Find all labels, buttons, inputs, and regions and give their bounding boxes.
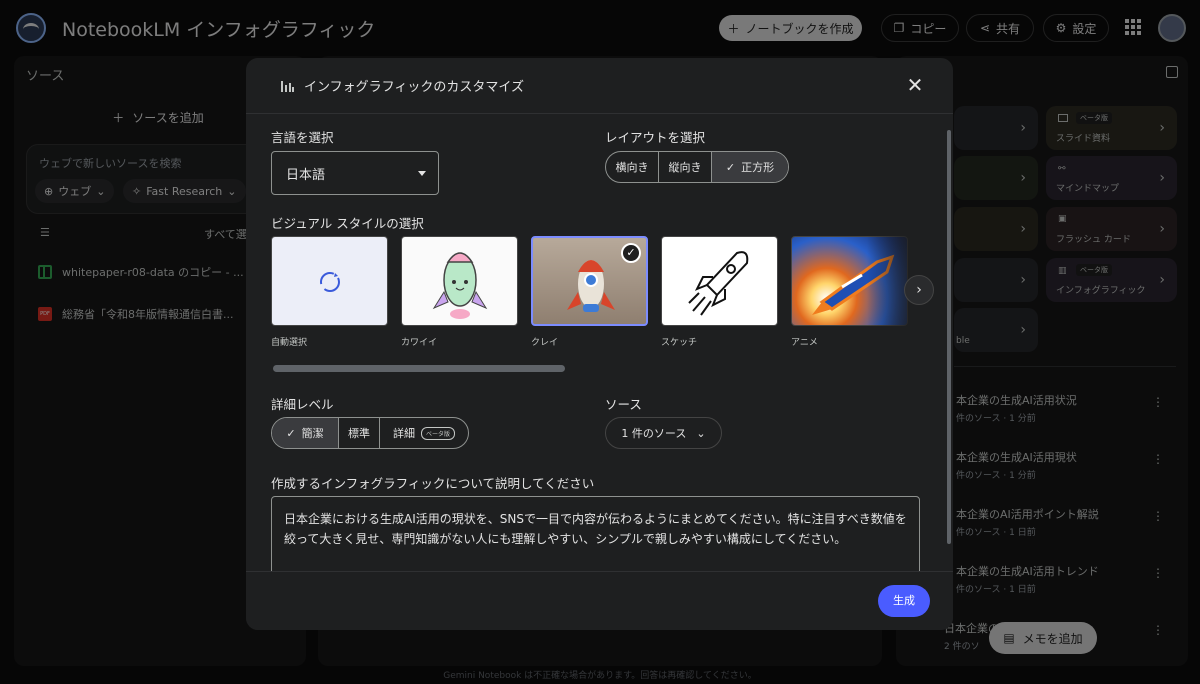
carousel-scrollbar[interactable]: [273, 365, 565, 372]
style-carousel: 自動選択 カワイイ ✓ クレイ スケッチ アニメ: [271, 236, 921, 376]
source-dropdown[interactable]: 1 件のソース ⌄: [605, 417, 722, 449]
style-card-auto[interactable]: [271, 236, 388, 326]
dialog-header: インフォグラフィックのカスタマイズ ✕: [246, 58, 953, 114]
style-card-sketch[interactable]: [661, 236, 778, 326]
detail-detailed[interactable]: 詳細 ベータ版: [380, 418, 468, 448]
style-label: ビジュアル スタイルの選択: [271, 216, 424, 231]
language-select[interactable]: 日本語: [271, 151, 439, 195]
sketch-rocket-image: [688, 251, 749, 316]
carousel-fade: [867, 236, 921, 376]
dialog-title: インフォグラフィックのカスタマイズ: [304, 80, 524, 95]
description-textarea[interactable]: 日本企業における生成AI活用の現状を、SNSで一目で内容が伝わるようにまとめてく…: [271, 496, 920, 576]
clay-rocket-image: [567, 260, 615, 312]
source-label: ソース: [605, 397, 642, 412]
detail-concise[interactable]: ✓ 簡潔: [272, 418, 339, 448]
layout-segmented: 横向き 縦向き ✓ 正方形: [605, 151, 789, 183]
dropdown-caret-icon: [418, 171, 426, 176]
bar-chart-icon: [281, 81, 294, 92]
language-label: 言語を選択: [271, 130, 334, 145]
description-label: 作成するインフォグラフィックについて説明してください: [271, 476, 595, 491]
layout-portrait[interactable]: 縦向き: [659, 152, 712, 182]
layout-landscape[interactable]: 横向き: [606, 152, 659, 182]
detail-standard[interactable]: 標準: [339, 418, 380, 448]
layout-square[interactable]: ✓ 正方形: [712, 152, 788, 182]
kawaii-rocket-image: [432, 252, 488, 319]
style-card-clay[interactable]: ✓: [531, 236, 648, 326]
infographic-customize-dialog: インフォグラフィックのカスタマイズ ✕ 言語を選択 日本語 レイアウトを選択 横…: [246, 58, 953, 630]
check-icon: ✓: [286, 426, 296, 440]
generate-button[interactable]: 生成: [878, 585, 930, 617]
dialog-scrollbar[interactable]: [947, 130, 951, 544]
chevron-right-icon[interactable]: ›: [904, 275, 934, 305]
layout-label: レイアウトを選択: [605, 130, 706, 145]
close-icon[interactable]: ✕: [903, 73, 927, 97]
style-card-kawaii[interactable]: [401, 236, 518, 326]
chevron-down-icon: ⌄: [696, 426, 706, 440]
dialog-footer: [246, 571, 953, 630]
detail-segmented: ✓ 簡潔 標準 詳細 ベータ版: [271, 417, 469, 449]
detail-level-label: 詳細レベル: [271, 397, 334, 412]
check-icon: ✓: [725, 160, 736, 174]
selected-check-icon: ✓: [621, 243, 641, 263]
refresh-sparkle-icon: [320, 272, 340, 292]
beta-badge: ベータ版: [420, 426, 455, 440]
